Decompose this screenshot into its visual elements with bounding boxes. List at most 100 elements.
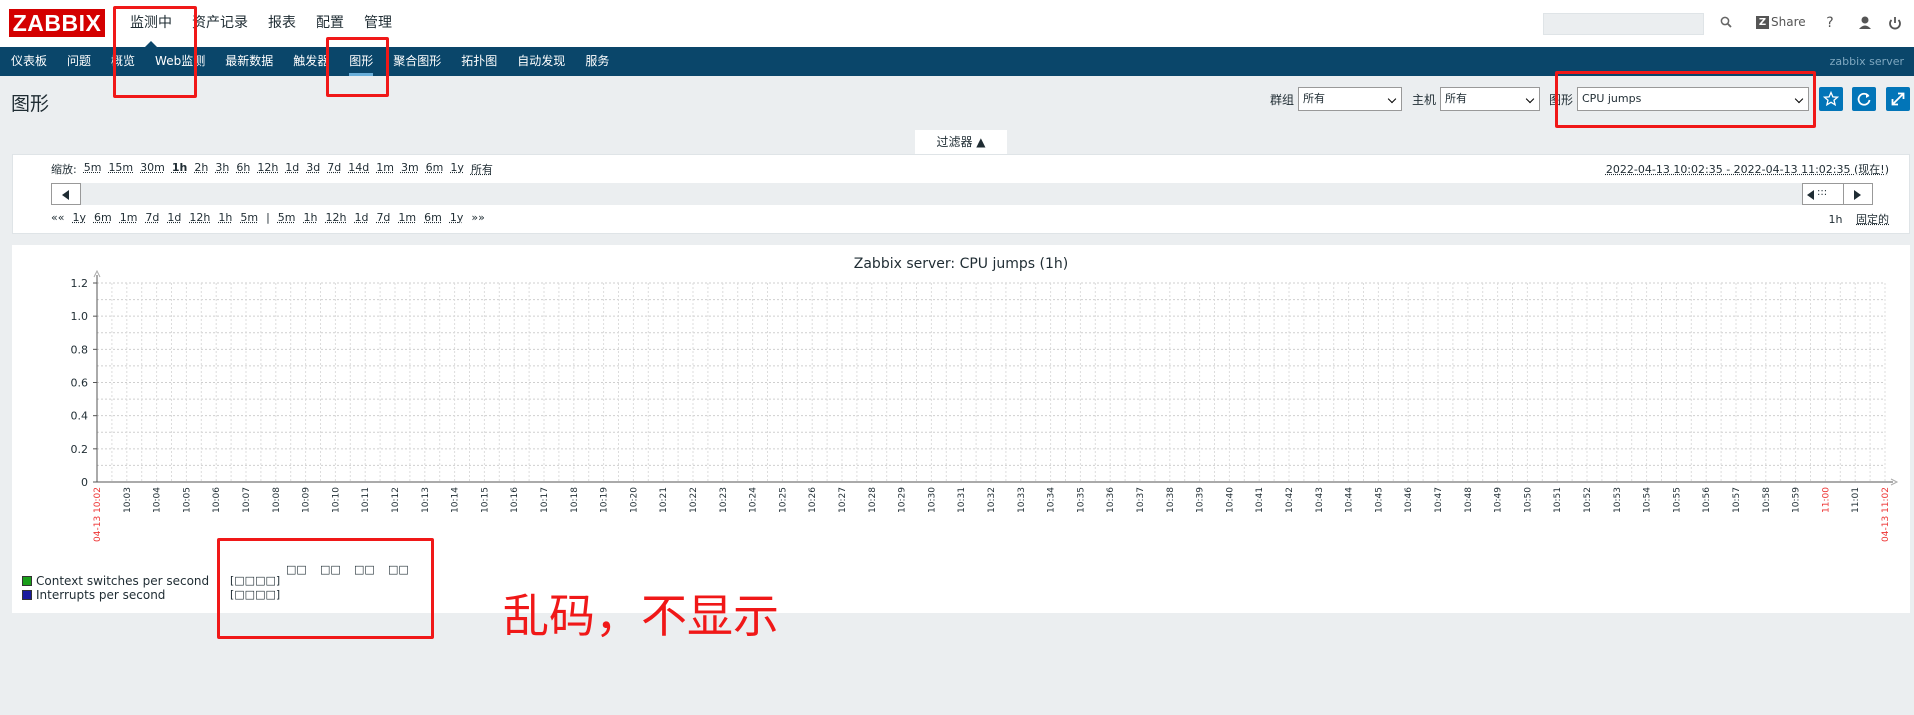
zoom-5m[interactable]: 5m bbox=[84, 161, 102, 177]
search-icon[interactable] bbox=[1720, 16, 1732, 28]
x-tick-label: 10:07 bbox=[242, 487, 252, 513]
shift-fwd-1y[interactable]: 1y bbox=[450, 211, 464, 224]
cpu-jumps-chart[interactable]: 0 0.2 0.4 0.6 0.8 1.0 1.2 04-13 10:02 10:03 10:04… bbox=[12, 245, 1910, 565]
user-icon[interactable] bbox=[1856, 13, 1874, 33]
x-tick-label: 10:05 bbox=[182, 487, 192, 513]
fullscreen-button[interactable] bbox=[1886, 87, 1910, 111]
zoom-2h[interactable]: 2h bbox=[194, 161, 208, 177]
annotation-box-graph-select bbox=[1555, 71, 1816, 128]
x-tick-label: 10:55 bbox=[1672, 487, 1682, 513]
x-tick-label: 10:03 bbox=[123, 487, 133, 513]
x-tick-label: 10:28 bbox=[868, 487, 878, 513]
zoom-1y[interactable]: 1y bbox=[450, 161, 464, 177]
shift-back-7d[interactable]: 7d bbox=[145, 211, 159, 224]
nav-latest-data[interactable]: 最新数据 bbox=[215, 47, 283, 76]
zoom-3d[interactable]: 3d bbox=[306, 161, 320, 177]
zoom-1h[interactable]: 1h bbox=[172, 161, 188, 177]
fixed-toggle[interactable]: 固定的 bbox=[1856, 213, 1889, 226]
nav-problems[interactable]: 问题 bbox=[57, 47, 101, 76]
y-tick-label: 0 bbox=[81, 476, 88, 489]
share-icon: Z bbox=[1756, 15, 1769, 29]
shift-back-1m[interactable]: 1m bbox=[120, 211, 138, 224]
x-tick-label: 10:40 bbox=[1225, 487, 1235, 513]
zoom-6h[interactable]: 6h bbox=[236, 161, 250, 177]
shift-fwd-12h[interactable]: 12h bbox=[325, 211, 346, 224]
legend-label: Context switches per second bbox=[36, 574, 210, 588]
nav-dashboard[interactable]: 仪表板 bbox=[1, 47, 57, 76]
x-tick-label: 10:50 bbox=[1523, 487, 1533, 513]
star-icon bbox=[1823, 91, 1839, 107]
x-tick-label: 10:51 bbox=[1553, 487, 1563, 513]
arrow-left-icon bbox=[62, 190, 69, 200]
legend-item: Context switches per second bbox=[22, 574, 209, 588]
zoom-7d[interactable]: 7d bbox=[327, 161, 341, 177]
x-tick-label: 10:32 bbox=[987, 487, 997, 513]
shift-back-1d[interactable]: 1d bbox=[167, 211, 181, 224]
x-tick-label: 10:43 bbox=[1315, 487, 1325, 513]
filter-tab[interactable]: 过滤器 ▲ bbox=[915, 130, 1007, 154]
shift-fwd-6m[interactable]: 6m bbox=[424, 211, 442, 224]
refresh-button[interactable] bbox=[1852, 87, 1876, 111]
zoom-1d[interactable]: 1d bbox=[285, 161, 299, 177]
x-tick-label: 10:39 bbox=[1196, 487, 1206, 513]
nav-discovery[interactable]: 自动发现 bbox=[507, 47, 575, 76]
x-tick-label: 10:06 bbox=[212, 487, 222, 513]
shift-back-all[interactable]: «« bbox=[51, 211, 64, 224]
shift-fwd-1h[interactable]: 1h bbox=[304, 211, 318, 224]
legend-swatch bbox=[22, 576, 32, 586]
shift-fwd-5m[interactable]: 5m bbox=[278, 211, 296, 224]
y-tick-label: 1.2 bbox=[71, 277, 89, 290]
timeline-track[interactable] bbox=[51, 183, 1873, 205]
shift-back-12h[interactable]: 12h bbox=[189, 211, 210, 224]
search-input[interactable] bbox=[1543, 13, 1704, 35]
x-tick-label: 10:53 bbox=[1613, 487, 1623, 513]
host-select[interactable]: 所有 bbox=[1440, 87, 1540, 111]
x-tick-label: 10:52 bbox=[1583, 487, 1593, 513]
shift-fwd-1d[interactable]: 1d bbox=[354, 211, 368, 224]
zoom-6m[interactable]: 6m bbox=[426, 161, 444, 177]
menu-reports[interactable]: 报表 bbox=[258, 0, 306, 47]
nav-maps[interactable]: 拓扑图 bbox=[451, 47, 507, 76]
x-tick-label: 10:47 bbox=[1434, 487, 1444, 513]
zoom-all[interactable]: 所有 bbox=[471, 161, 493, 177]
zoom-1m[interactable]: 1m bbox=[376, 161, 394, 177]
help-icon[interactable]: ? bbox=[1821, 13, 1839, 33]
y-tick-label: 0.8 bbox=[71, 343, 89, 356]
shift-back-1y[interactable]: 1y bbox=[72, 211, 86, 224]
group-label: 群组 bbox=[1270, 93, 1295, 107]
shift-back-6m[interactable]: 6m bbox=[94, 211, 112, 224]
zoom-30m[interactable]: 30m bbox=[140, 161, 165, 177]
share-button[interactable]: Z Share bbox=[1756, 15, 1806, 29]
timeline-forward-button[interactable] bbox=[1843, 183, 1873, 205]
x-tick-label: 10:45 bbox=[1374, 487, 1384, 513]
zoom-12h[interactable]: 12h bbox=[257, 161, 278, 177]
nav-services[interactable]: 服务 bbox=[575, 47, 619, 76]
shift-back-1h[interactable]: 1h bbox=[218, 211, 232, 224]
x-tick-label: 10:37 bbox=[1136, 487, 1146, 513]
zabbix-logo[interactable]: ZABBIX bbox=[9, 9, 105, 37]
x-tick-label: 10:48 bbox=[1464, 487, 1474, 513]
zoom-14d[interactable]: 14d bbox=[348, 161, 369, 177]
x-tick-label: 10:36 bbox=[1106, 487, 1116, 513]
zoom-3h[interactable]: 3h bbox=[215, 161, 229, 177]
x-tick-label: 10:42 bbox=[1285, 487, 1295, 513]
shift-fwd-all[interactable]: »» bbox=[471, 211, 484, 224]
zoom-15m[interactable]: 15m bbox=[108, 161, 133, 177]
group-select[interactable]: 所有 bbox=[1298, 87, 1402, 111]
x-tick-label: 10:33 bbox=[1017, 487, 1027, 513]
timeline-handle[interactable]: ::: bbox=[1802, 183, 1844, 205]
shift-back-5m[interactable]: 5m bbox=[240, 211, 258, 224]
nav-screens[interactable]: 聚合图形 bbox=[383, 47, 451, 76]
x-tick-label: 10:57 bbox=[1732, 487, 1742, 513]
shift-fwd-7d[interactable]: 7d bbox=[376, 211, 390, 224]
x-tick-label: 10:38 bbox=[1166, 487, 1176, 513]
x-tick-label: 10:12 bbox=[391, 487, 401, 513]
x-tick-label: 10:58 bbox=[1762, 487, 1772, 513]
shift-fwd-1m[interactable]: 1m bbox=[398, 211, 416, 224]
power-icon[interactable] bbox=[1886, 13, 1904, 33]
time-range[interactable]: 2022-04-13 10:02:35 - 2022-04-13 11:02:3… bbox=[1606, 161, 1889, 177]
zoom-3m[interactable]: 3m bbox=[401, 161, 419, 177]
favorite-button[interactable] bbox=[1819, 87, 1843, 111]
shift-separator: | bbox=[266, 211, 270, 224]
timeline-back-button[interactable] bbox=[51, 183, 81, 205]
